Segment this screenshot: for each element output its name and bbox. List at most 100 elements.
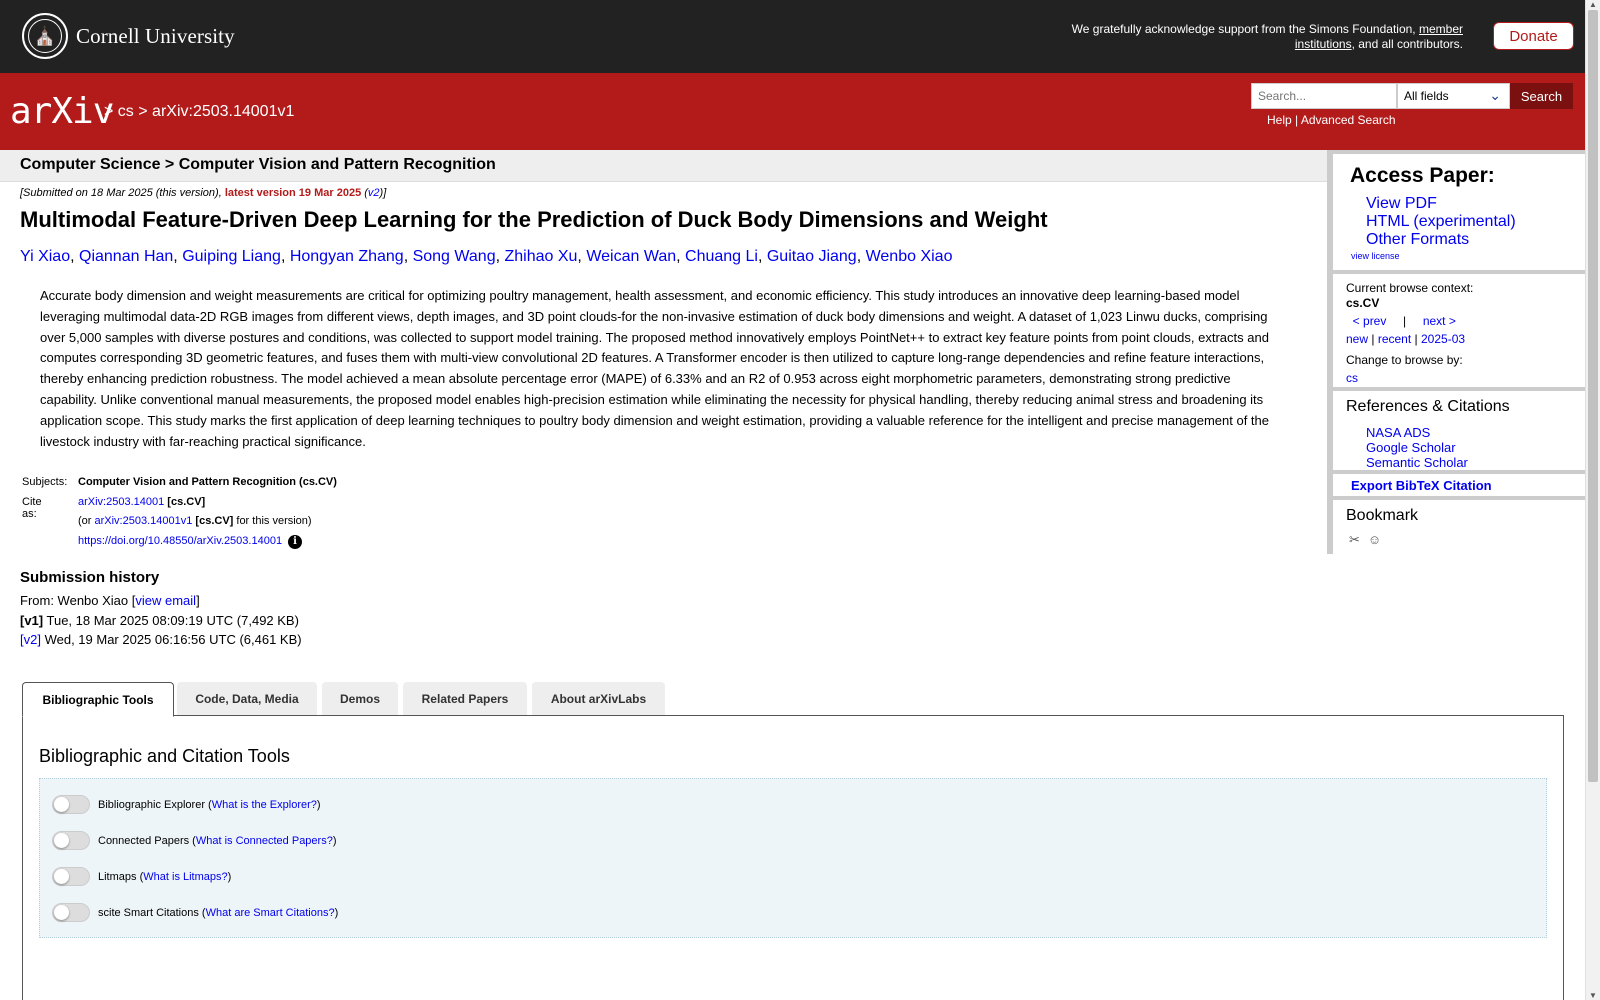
- cite-label: Cite as:: [22, 495, 42, 520]
- submission-note: [Submitted on 18 Mar 2025 (this version)…: [20, 187, 387, 199]
- html-link[interactable]: HTML (experimental): [1366, 213, 1516, 230]
- tab-bibliographic-tools[interactable]: Bibliographic Tools: [22, 682, 174, 717]
- new-link[interactable]: new: [1346, 332, 1368, 346]
- cornell-seal-icon: ⛪: [22, 13, 68, 59]
- search-input[interactable]: [1251, 83, 1397, 109]
- tool-row: Connected Papers (What is Connected Pape…: [52, 831, 337, 850]
- author-link[interactable]: Qiannan Han: [79, 248, 173, 265]
- prev-link[interactable]: < prev: [1353, 314, 1387, 328]
- info-icon[interactable]: i: [288, 534, 303, 549]
- breadcrumb-id: arXiv:2503.14001v1: [152, 103, 295, 120]
- v2-link[interactable]: v2: [368, 187, 380, 199]
- author-link[interactable]: Hongyan Zhang: [290, 248, 404, 265]
- litmaps-toggle[interactable]: [52, 867, 90, 886]
- scroll-up-icon[interactable]: ▲: [1589, 0, 1597, 9]
- tab-related-papers[interactable]: Related Papers: [403, 682, 527, 716]
- connected-papers-info-link[interactable]: What is Connected Papers?: [196, 835, 333, 847]
- tab-code-data-media[interactable]: Code, Data, Media: [177, 682, 317, 716]
- other-formats-link[interactable]: Other Formats: [1366, 231, 1469, 248]
- university-name: Cornell University: [76, 23, 235, 48]
- subjects-value: Computer Vision and Pattern Recognition …: [78, 476, 337, 488]
- references-box: References & Citations NASA ADS Google S…: [1333, 391, 1586, 470]
- arxiv-logo[interactable]: arXiv: [10, 91, 114, 132]
- tools-box: Bibliographic Explorer (What is the Expl…: [39, 778, 1547, 938]
- latest-version: latest version 19 Mar 2025: [224, 187, 362, 199]
- context-value: cs.CV: [1346, 296, 1380, 310]
- donate-button[interactable]: Donate: [1493, 22, 1574, 50]
- view-email-link[interactable]: view email: [135, 593, 196, 608]
- semantic-scholar-link[interactable]: Semantic Scholar: [1366, 455, 1468, 470]
- explorer-info-link[interactable]: What is the Explorer?: [212, 799, 317, 811]
- abstract: Accurate body dimension and weight measu…: [40, 288, 1269, 449]
- scite-info-link[interactable]: What are Smart Citations?: [206, 907, 335, 919]
- bookmark-box: Bookmark ✂ ☺: [1333, 500, 1586, 558]
- browse-context-box: Current browse context: cs.CV < prev | n…: [1333, 274, 1586, 387]
- author-link[interactable]: Yi Xiao: [20, 248, 70, 265]
- author-list: Yi Xiao, Qiannan Han, Guiping Liang, Hon…: [20, 248, 953, 265]
- connected-papers-toggle[interactable]: [52, 831, 90, 850]
- scroll-down-icon[interactable]: ▼: [1589, 991, 1597, 1000]
- scite-toggle[interactable]: [52, 903, 90, 922]
- cite-version-link[interactable]: arXiv:2503.14001v1: [95, 515, 193, 527]
- paper-title: Multimodal Feature-Driven Deep Learning …: [20, 207, 1048, 232]
- v1-label: [v1]: [20, 612, 44, 628]
- bibsonomy-icon[interactable]: ✂: [1346, 531, 1363, 548]
- cornell-logo[interactable]: ⛪ Cornell University: [22, 13, 235, 59]
- browse-cs-link[interactable]: cs: [1346, 371, 1358, 385]
- google-scholar-link[interactable]: Google Scholar: [1366, 440, 1456, 455]
- sidebar: Access Paper: View PDF HTML (experimenta…: [1327, 150, 1587, 558]
- nasa-ads-link[interactable]: NASA ADS: [1366, 425, 1430, 440]
- submission-history: From: Wenbo Xiao [view email] [v1] Tue, …: [20, 593, 302, 647]
- doi-link[interactable]: https://doi.org/10.48550/arXiv.2503.1400…: [78, 535, 282, 547]
- references-title: References & Citations: [1346, 398, 1510, 415]
- subject-heading: Computer Science > Computer Vision and P…: [20, 156, 496, 173]
- view-license-link[interactable]: view license: [1351, 251, 1400, 261]
- author-link[interactable]: Wenbo Xiao: [866, 248, 953, 265]
- access-paper-title: Access Paper:: [1350, 164, 1495, 187]
- change-browse-label: Change to browse by:: [1346, 353, 1463, 367]
- tab-about-arxivlabs[interactable]: About arXivLabs: [532, 682, 665, 716]
- month-link[interactable]: 2025-03: [1421, 332, 1465, 346]
- bibliographic-explorer-toggle[interactable]: [52, 795, 90, 814]
- tool-row: scite Smart Citations (What are Smart Ci…: [52, 903, 338, 922]
- search-field-select[interactable]: All fields ⌄: [1397, 83, 1510, 109]
- tab-demos[interactable]: Demos: [322, 682, 398, 716]
- recent-link[interactable]: recent: [1378, 332, 1411, 346]
- breadcrumb: > cs > arXiv:2503.14001v1: [104, 103, 295, 120]
- author-link[interactable]: Guitao Jiang: [767, 248, 857, 265]
- submission-history-title: Submission history: [20, 569, 160, 586]
- chevron-down-icon: ⌄: [1489, 87, 1501, 103]
- tool-row: Bibliographic Explorer (What is the Expl…: [52, 795, 321, 814]
- subjects-label: Subjects:: [22, 476, 68, 488]
- search-button[interactable]: Search: [1510, 83, 1573, 109]
- author-link[interactable]: Song Wang: [413, 248, 496, 265]
- access-paper-box: Access Paper: View PDF HTML (experimenta…: [1333, 154, 1586, 270]
- advanced-search-link[interactable]: Advanced Search: [1301, 113, 1396, 127]
- cite-link[interactable]: arXiv:2503.14001: [78, 496, 164, 508]
- v2-history-link[interactable]: [v2]: [20, 632, 41, 647]
- subject-bar: Computer Science > Computer Vision and P…: [0, 150, 1327, 182]
- help-links: Help | Advanced Search: [1267, 113, 1396, 127]
- scrollbar[interactable]: ▲ ▼: [1585, 0, 1600, 1000]
- context-label: Current browse context:: [1346, 281, 1474, 295]
- export-bibtex-link[interactable]: Export BibTeX Citation: [1351, 478, 1492, 493]
- acknowledgement: We gratefully acknowledge support from t…: [1071, 22, 1463, 51]
- litmaps-info-link[interactable]: What is Litmaps?: [143, 871, 227, 883]
- reddit-icon[interactable]: ☺: [1366, 531, 1383, 548]
- view-pdf-link[interactable]: View PDF: [1366, 195, 1437, 212]
- tool-row: Litmaps (What is Litmaps?): [52, 867, 231, 886]
- help-link[interactable]: Help: [1267, 113, 1292, 127]
- author-link[interactable]: Zhihao Xu: [504, 248, 577, 265]
- bookmark-title: Bookmark: [1346, 507, 1419, 524]
- header: arXiv > cs > arXiv:2503.14001v1 All fiel…: [0, 73, 1585, 150]
- panel-title: Bibliographic and Citation Tools: [39, 746, 290, 766]
- bibtex-box: Export BibTeX Citation: [1333, 474, 1586, 496]
- author-link[interactable]: Weican Wan: [586, 248, 676, 265]
- author-link[interactable]: Guiping Liang: [182, 248, 281, 265]
- next-link[interactable]: next >: [1423, 314, 1456, 328]
- breadcrumb-cs[interactable]: cs: [118, 103, 134, 120]
- scroll-thumb[interactable]: [1588, 10, 1598, 782]
- top-bar: ⛪ Cornell University We gratefully ackno…: [0, 0, 1585, 73]
- tab-panel: Bibliographic and Citation Tools Bibliog…: [22, 715, 1564, 1000]
- author-link[interactable]: Chuang Li: [685, 248, 758, 265]
